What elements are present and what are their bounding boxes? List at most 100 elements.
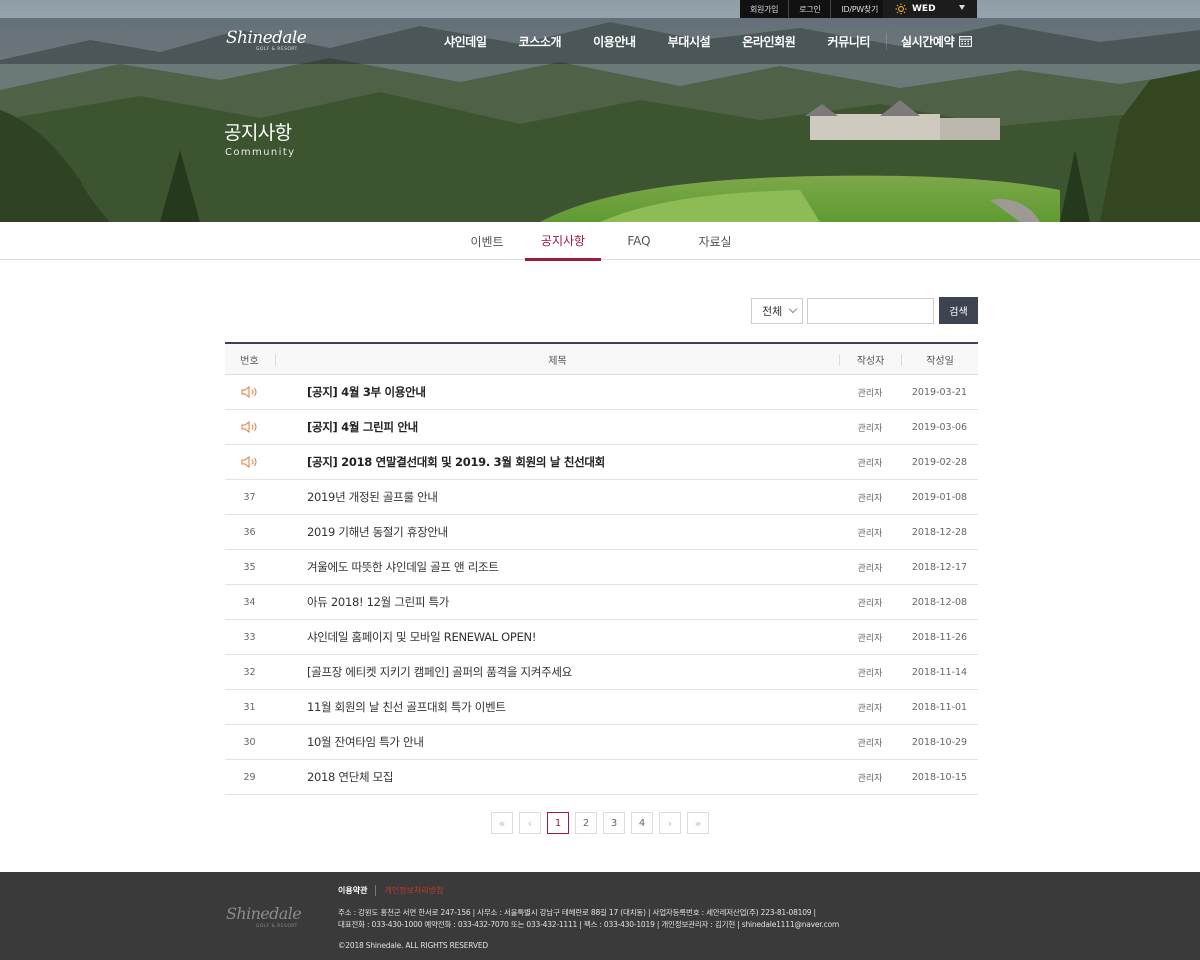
menu-item-shinedale[interactable]: 샤인데일 — [428, 33, 503, 50]
notice-board-table: 번호 제목 작성자 작성일 [공지] 4월 3부 이용안내 관리자 2019-03-… — [225, 342, 978, 795]
page-1-button[interactable]: 1 — [547, 812, 569, 834]
menu-bar: 샤인데일 코스소개 이용안내 부대시설 온라인회원 커뮤니티 실시간예약 — [428, 18, 988, 64]
row-date: 2018-10-29 — [911, 736, 968, 748]
table-row[interactable]: [공지] 2018 연말결선대회 및 2019. 3월 회원의 날 친선대회 관리… — [225, 445, 978, 480]
row-title-link[interactable]: [공지] 4월 그린피 안내 — [307, 410, 827, 444]
notice-speaker-icon — [225, 445, 274, 479]
row-date: 2019-03-06 — [911, 421, 968, 433]
row-number: 36 — [243, 526, 256, 538]
row-title-link[interactable]: 겨울에도 따뜻한 샤인데일 골프 앤 리조트 — [307, 550, 827, 584]
row-title-link[interactable]: 10월 잔여타임 특가 안내 — [307, 725, 827, 759]
table-row[interactable]: 31 11월 회원의 날 친선 골프대회 특가 이벤트 관리자 2018-11-01 — [225, 690, 978, 725]
row-number: 31 — [243, 701, 256, 713]
table-row[interactable]: 35 겨울에도 따뜻한 샤인데일 골프 앤 리조트 관리자 2018-12-17 — [225, 550, 978, 585]
reservation-label: 실시간예약 — [901, 34, 955, 49]
menu-item-community[interactable]: 커뮤니티 — [811, 33, 886, 50]
terms-link[interactable]: 이용약관 — [338, 885, 377, 896]
table-row[interactable]: [공지] 4월 3부 이용안내 관리자 2019-03-21 — [225, 375, 978, 410]
table-row[interactable]: 33 샤인데일 홈페이지 및 모바일 RENEWAL OPEN! 관리자 2018-1… — [225, 620, 978, 655]
page-subtitle: Community — [225, 147, 296, 158]
tab-event[interactable]: 이벤트 — [458, 222, 516, 260]
footer-links: 이용약관 개인정보처리방침 — [338, 885, 443, 896]
row-author: 관리자 — [857, 388, 883, 399]
search-category-value: 전체 — [762, 305, 783, 318]
privacy-policy-link[interactable]: 개인정보처리방침 — [376, 885, 443, 896]
prev-page-button[interactable]: ‹ — [519, 812, 541, 834]
row-title-link[interactable]: [공지] 2018 연말결선대회 및 2019. 3월 회원의 날 친선대회 — [307, 445, 827, 479]
page-2-button[interactable]: 2 — [575, 812, 597, 834]
menu-item-online-member[interactable]: 온라인회원 — [726, 33, 811, 50]
table-row[interactable]: 36 2019 기해년 동절기 휴장안내 관리자 2018-12-28 — [225, 515, 978, 550]
row-title-link[interactable]: [골프장 에티켓 지키기 캠페인] 골퍼의 품격을 지켜주세요 — [307, 655, 827, 689]
row-author: 관리자 — [857, 773, 883, 784]
table-row[interactable]: 30 10월 잔여타임 특가 안내 관리자 2018-10-29 — [225, 725, 978, 760]
calendar-icon — [959, 36, 973, 47]
tab-faq[interactable]: FAQ — [612, 222, 666, 260]
table-row[interactable]: 34 아듀 2018! 12월 그린피 특가 관리자 2018-12-08 — [225, 585, 978, 620]
row-number: 32 — [243, 666, 256, 678]
logo-text: Shinedale — [226, 28, 307, 48]
table-row[interactable]: 37 2019년 개정된 골프룰 안내 관리자 2019-01-08 — [225, 480, 978, 515]
row-date: 2018-12-28 — [911, 526, 968, 538]
row-author: 관리자 — [857, 528, 883, 539]
row-title-link[interactable]: [공지] 4월 3부 이용안내 — [307, 375, 827, 409]
footer-logo-text: Shinedale — [226, 904, 302, 923]
table-row[interactable]: [공지] 4월 그린피 안내 관리자 2019-03-06 — [225, 410, 978, 445]
search-input[interactable] — [807, 298, 934, 324]
site-logo[interactable]: Shinedale GOLF & RESORT — [226, 28, 307, 56]
row-number: 33 — [243, 631, 256, 643]
weather-widget[interactable]: WED — [883, 0, 977, 18]
sub-tabs: 이벤트 공지사항 FAQ 자료실 — [0, 222, 1200, 261]
notice-speaker-icon — [225, 375, 274, 409]
row-author: 관리자 — [857, 598, 883, 609]
row-date: 2018-11-14 — [911, 666, 968, 678]
page-3-button[interactable]: 3 — [603, 812, 625, 834]
footer: Shinedale GOLF & RESORT 이용약관 개인정보처리방침 주소… — [0, 872, 1200, 960]
row-author: 관리자 — [857, 423, 883, 434]
row-title-link[interactable]: 11월 회원의 날 친선 골프대회 특가 이벤트 — [307, 690, 827, 724]
tab-notice[interactable]: 공지사항 — [525, 222, 601, 261]
column-date: 작성일 — [926, 356, 954, 367]
row-date: 2018-10-15 — [911, 771, 968, 783]
weather-day: WED — [912, 4, 936, 14]
last-page-button[interactable]: » — [687, 812, 709, 834]
menu-item-guide[interactable]: 이용안내 — [577, 33, 652, 50]
column-number: 번호 — [240, 356, 259, 367]
row-author: 관리자 — [857, 633, 883, 644]
menu-item-course[interactable]: 코스소개 — [503, 33, 578, 50]
signup-link[interactable]: 회원가입 — [740, 0, 790, 18]
row-number: 29 — [243, 771, 256, 783]
row-title-link[interactable]: 샤인데일 홈페이지 및 모바일 RENEWAL OPEN! — [307, 620, 827, 654]
footer-logo: Shinedale GOLF & RESORT — [226, 904, 306, 934]
footer-logo-subtext: GOLF & RESORT — [256, 924, 298, 929]
menu-item-facilities[interactable]: 부대시설 — [652, 33, 727, 50]
row-number: 37 — [243, 491, 256, 503]
tab-archive[interactable]: 자료실 — [686, 222, 744, 260]
search-category-select[interactable]: 전체 — [751, 298, 803, 324]
table-row[interactable]: 29 2018 연단체 모집 관리자 2018-10-15 — [225, 760, 978, 795]
row-number: 30 — [243, 736, 256, 748]
find-id-pw-link[interactable]: ID/PW찾기 — [831, 0, 890, 18]
chevron-down-icon — [788, 304, 798, 314]
table-row[interactable]: 32 [골프장 에티켓 지키기 캠페인] 골퍼의 품격을 지켜주세요 관리자 2018… — [225, 655, 978, 690]
page-4-button[interactable]: 4 — [631, 812, 653, 834]
row-author: 관리자 — [857, 563, 883, 574]
row-title-link[interactable]: 아듀 2018! 12월 그린피 특가 — [307, 585, 827, 619]
row-date: 2018-11-01 — [911, 701, 968, 713]
next-page-button[interactable]: › — [659, 812, 681, 834]
row-title-link[interactable]: 2019년 개정된 골프룰 안내 — [307, 480, 827, 514]
row-number: 35 — [243, 561, 256, 573]
row-title-link[interactable]: 2019 기해년 동절기 휴장안내 — [307, 515, 827, 549]
row-author: 관리자 — [857, 458, 883, 469]
row-title-link[interactable]: 2018 연단체 모집 — [307, 760, 827, 794]
row-date: 2018-12-17 — [911, 561, 968, 573]
column-author: 작성자 — [856, 356, 885, 367]
menu-item-realtime-reservation[interactable]: 실시간예약 — [886, 32, 988, 50]
search-button[interactable]: 검색 — [939, 297, 978, 324]
notice-speaker-icon — [225, 410, 274, 444]
login-link[interactable]: 로그인 — [789, 0, 832, 18]
chevron-down-icon — [959, 5, 965, 10]
first-page-button[interactable]: « — [491, 812, 513, 834]
row-date: 2018-11-26 — [911, 631, 968, 643]
row-date: 2018-12-08 — [911, 596, 968, 608]
